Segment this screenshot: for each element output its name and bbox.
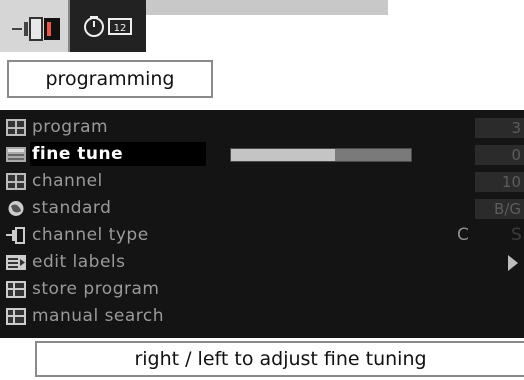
program-grid-icon	[6, 119, 26, 136]
channel-type-option-s[interactable]: S	[511, 225, 522, 245]
menu-item-edit-labels[interactable]: edit labels	[0, 249, 524, 276]
fine-tune-value: 0	[475, 145, 524, 165]
menu-item-label: store program	[32, 279, 160, 299]
chevron-right-icon	[508, 255, 518, 271]
top-area: 12 programming	[0, 0, 524, 104]
tab-bar: 12	[0, 0, 146, 52]
tab-programming[interactable]	[0, 0, 70, 52]
tv-programming-icon	[12, 17, 60, 41]
menu-item-store-program[interactable]: store program	[0, 276, 524, 303]
help-text: right / left to adjust fine tuning	[35, 341, 524, 377]
fine-tune-slider[interactable]	[230, 148, 412, 162]
timer-badge: 12	[114, 23, 127, 34]
standard-value: B/G	[475, 199, 524, 219]
menu-item-standard[interactable]: standard B/G	[0, 195, 524, 222]
channel-value: 10	[475, 172, 524, 192]
tab-timer[interactable]: 12	[74, 0, 144, 52]
manual-search-icon	[6, 308, 26, 325]
program-value: 3	[475, 118, 524, 138]
menu-item-label: standard	[32, 198, 112, 218]
channel-grid-icon	[6, 173, 26, 190]
plug-icon	[6, 227, 25, 244]
fine-tune-slider-fill	[231, 149, 335, 161]
menu-item-channel-type[interactable]: channel type C S	[0, 222, 524, 249]
fine-tune-icon	[6, 147, 26, 162]
menu-item-label: fine tune	[32, 144, 124, 164]
edit-labels-icon	[6, 255, 26, 270]
page-title: programming	[7, 60, 213, 98]
channel-type-option-c[interactable]: C	[457, 225, 469, 245]
globe-icon	[8, 201, 24, 216]
help-bar: right / left to adjust fine tuning	[0, 338, 524, 380]
menu-item-fine-tune[interactable]: fine tune 0	[0, 141, 524, 168]
menu-item-label: channel	[32, 171, 103, 191]
programming-menu: program 3 fine tune 0 channel 10 standar	[0, 110, 524, 338]
menu-item-label: edit labels	[32, 252, 126, 272]
timer-clock-icon: 12	[84, 16, 132, 37]
menu-item-label: manual search	[32, 306, 165, 326]
menu-item-program[interactable]: program 3	[0, 114, 524, 141]
menu-item-manual-search[interactable]: manual search	[0, 303, 524, 330]
store-program-icon	[6, 281, 26, 298]
menu-item-label: program	[32, 117, 109, 137]
menu-item-label: channel type	[32, 225, 149, 245]
menu-item-channel[interactable]: channel 10	[0, 168, 524, 195]
